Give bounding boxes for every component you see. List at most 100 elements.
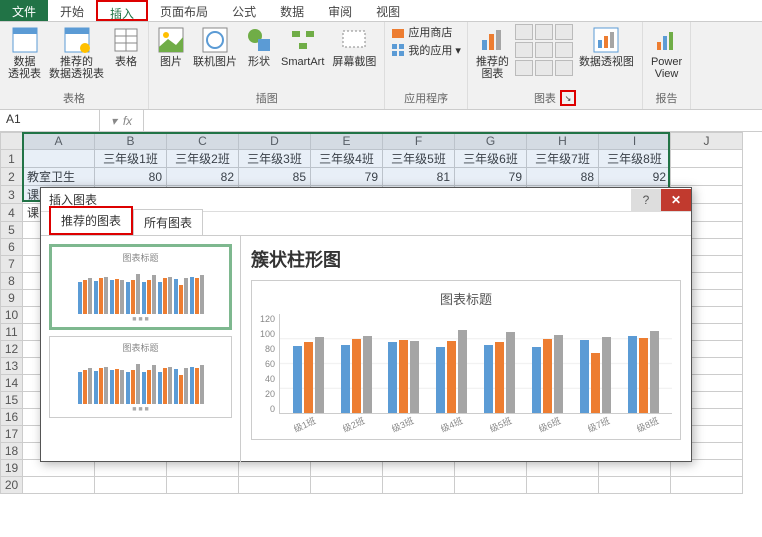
cell[interactable]: 三年级8班	[599, 150, 671, 168]
cell[interactable]: 三年级6班	[455, 150, 527, 168]
row-header[interactable]: 10	[1, 307, 23, 324]
charts-launcher[interactable]: ↘	[560, 90, 576, 106]
tab-view[interactable]: 视图	[364, 0, 412, 21]
cell[interactable]: 三年级3班	[239, 150, 311, 168]
row-header[interactable]: 1	[1, 150, 23, 168]
rec-chart-button[interactable]: 推荐的 图表	[474, 24, 511, 82]
col-header[interactable]: D	[239, 133, 311, 150]
pivot-table-button[interactable]: 数据 透视表	[6, 24, 43, 82]
cell[interactable]: 三年级4班	[311, 150, 383, 168]
row-header[interactable]: 6	[1, 239, 23, 256]
tab-data[interactable]: 数据	[268, 0, 316, 21]
dialog-close-button[interactable]: ✕	[661, 189, 691, 211]
cell[interactable]	[671, 168, 743, 186]
table-button[interactable]: 表格	[110, 24, 142, 70]
app-store-button[interactable]: 应用商店	[391, 24, 452, 40]
thumb-clustered-bar-2[interactable]: 图表标题 ■ ■ ■	[49, 336, 232, 418]
name-box[interactable]: A1	[0, 110, 100, 131]
cell[interactable]	[239, 477, 311, 494]
tab-home[interactable]: 开始	[48, 0, 96, 21]
row-header[interactable]: 8	[1, 273, 23, 290]
cell[interactable]: 三年级2班	[167, 150, 239, 168]
cell[interactable]	[383, 460, 455, 477]
row-header[interactable]: 3	[1, 186, 23, 204]
cell[interactable]	[23, 477, 95, 494]
col-header[interactable]: F	[383, 133, 455, 150]
cell[interactable]	[527, 477, 599, 494]
pivot-chart-button[interactable]: 数据透视图	[577, 24, 636, 70]
cell[interactable]: 92	[599, 168, 671, 186]
row-header[interactable]: 20	[1, 477, 23, 494]
row-header[interactable]: 19	[1, 460, 23, 477]
cell[interactable]: 79	[311, 168, 383, 186]
screenshot-button[interactable]: 屏幕截图	[330, 24, 378, 70]
row-header[interactable]: 13	[1, 358, 23, 375]
cell[interactable]: 88	[527, 168, 599, 186]
row-header[interactable]: 17	[1, 426, 23, 443]
col-header[interactable]: B	[95, 133, 167, 150]
cell[interactable]	[167, 460, 239, 477]
smartart-button[interactable]: SmartArt	[279, 24, 326, 70]
tab-file[interactable]: 文件	[0, 0, 48, 21]
cell[interactable]	[23, 460, 95, 477]
chart-palette[interactable]	[515, 24, 573, 76]
cell[interactable]	[671, 460, 743, 477]
row-header[interactable]: 5	[1, 222, 23, 239]
cell[interactable]	[671, 477, 743, 494]
row-header[interactable]: 18	[1, 443, 23, 460]
row-header[interactable]: 4	[1, 204, 23, 222]
cell[interactable]	[23, 150, 95, 168]
tab-layout[interactable]: 页面布局	[148, 0, 220, 21]
cell[interactable]	[95, 477, 167, 494]
row-header[interactable]: 16	[1, 409, 23, 426]
cell[interactable]	[671, 150, 743, 168]
row-header[interactable]: 9	[1, 290, 23, 307]
rec-pivot-button[interactable]: 推荐的 数据透视表	[47, 24, 106, 82]
shapes-button[interactable]: 形状	[243, 24, 275, 70]
cell[interactable]: 三年级5班	[383, 150, 455, 168]
cell[interactable]: 三年级1班	[95, 150, 167, 168]
dialog-help-button[interactable]: ?	[631, 189, 661, 211]
tab-insert[interactable]: 插入	[96, 0, 148, 21]
dialog-tab-recommended[interactable]: 推荐的图表	[49, 206, 133, 235]
cell[interactable]	[599, 460, 671, 477]
worksheet[interactable]: ABCDEFGHIJ 1 三年级1班三年级2班三年级3班三年级4班三年级5班三年级6…	[0, 132, 762, 527]
tab-formula[interactable]: 公式	[220, 0, 268, 21]
row-header[interactable]: 2	[1, 168, 23, 186]
col-header[interactable]: H	[527, 133, 599, 150]
tab-review[interactable]: 审阅	[316, 0, 364, 21]
formula-input[interactable]	[144, 110, 762, 131]
online-picture-button[interactable]: 联机图片	[191, 24, 239, 70]
cell[interactable]	[311, 460, 383, 477]
fx-button[interactable]: ▾fx	[100, 110, 144, 131]
cell[interactable]: 80	[95, 168, 167, 186]
row-header[interactable]: 12	[1, 341, 23, 358]
my-apps-button[interactable]: 我的应用 ▾	[391, 42, 461, 58]
powerview-button[interactable]: Power View	[649, 24, 684, 82]
cell[interactable]	[311, 477, 383, 494]
col-header[interactable]: G	[455, 133, 527, 150]
dialog-tab-all[interactable]: 所有图表	[133, 209, 203, 235]
row-header[interactable]: 15	[1, 392, 23, 409]
cell[interactable]: 三年级7班	[527, 150, 599, 168]
cell[interactable]	[167, 477, 239, 494]
cell[interactable]: 85	[239, 168, 311, 186]
picture-button[interactable]: 图片	[155, 24, 187, 70]
col-header[interactable]: A	[23, 133, 95, 150]
cell[interactable]: 79	[455, 168, 527, 186]
cell[interactable]	[455, 477, 527, 494]
col-header[interactable]: I	[599, 133, 671, 150]
row-header[interactable]: 7	[1, 256, 23, 273]
cell[interactable]: 教室卫生	[23, 168, 95, 186]
cell[interactable]	[95, 460, 167, 477]
col-header[interactable]: C	[167, 133, 239, 150]
col-header[interactable]: J	[671, 133, 743, 150]
col-header[interactable]: E	[311, 133, 383, 150]
cell[interactable]	[599, 477, 671, 494]
row-header[interactable]: 14	[1, 375, 23, 392]
cell[interactable]	[527, 460, 599, 477]
row-header[interactable]: 11	[1, 324, 23, 341]
cell[interactable]	[239, 460, 311, 477]
cell[interactable]	[383, 477, 455, 494]
cell[interactable]: 81	[383, 168, 455, 186]
